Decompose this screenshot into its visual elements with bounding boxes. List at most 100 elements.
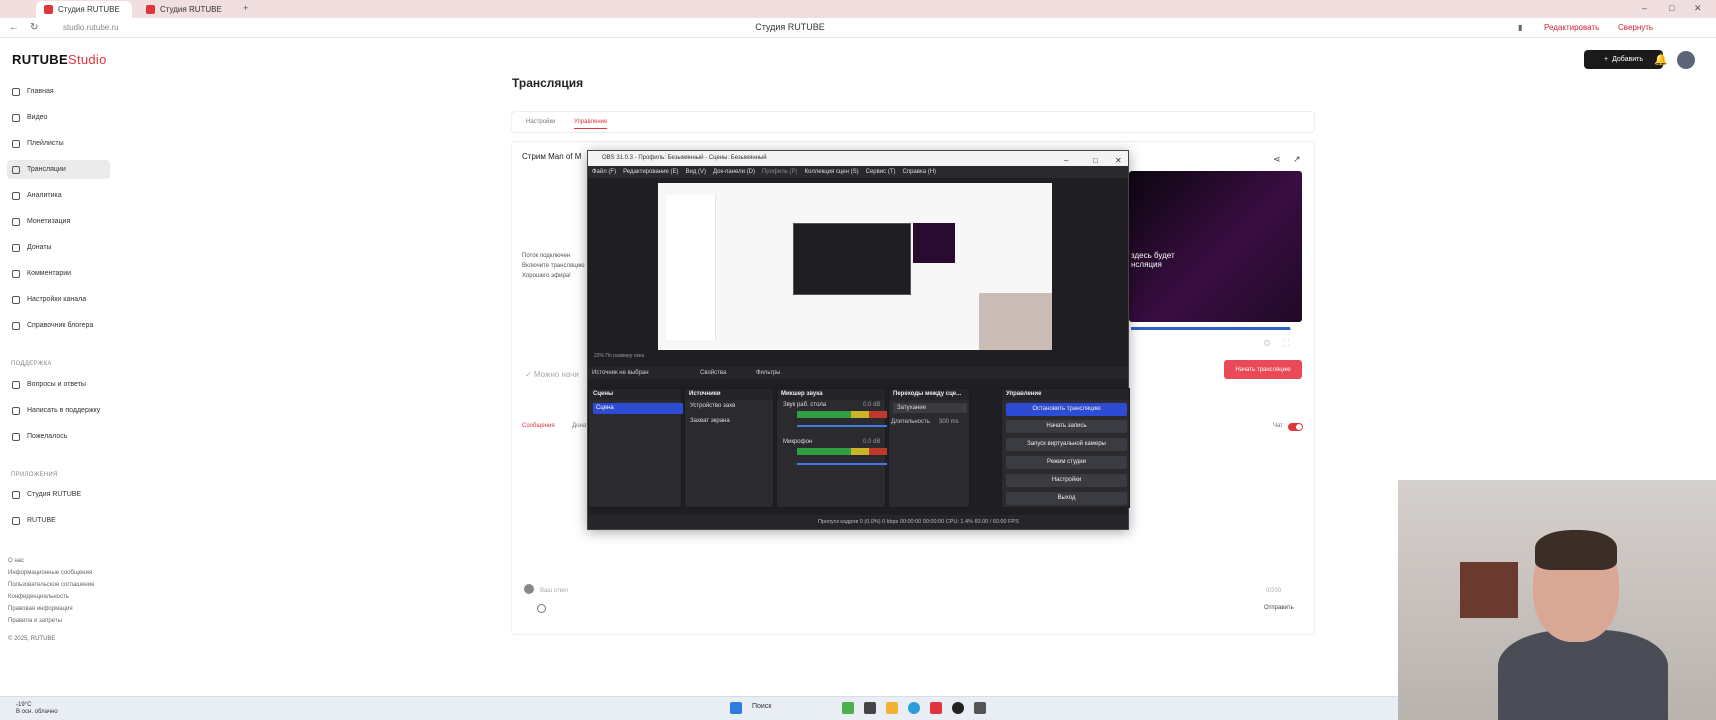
obs-menu-file[interactable]: Файл (F) [592,169,616,175]
fullscreen-icon[interactable]: ⛶ [1283,338,1289,349]
external-link-icon[interactable]: ↗ [1293,154,1301,165]
yandex-icon[interactable] [930,702,942,714]
footer-link[interactable]: О нас [8,558,24,564]
obs-menu-scene-collection[interactable]: Коллекция сцен (S) [805,169,859,175]
source-item[interactable]: Устройство захв [690,403,735,409]
money-icon [12,217,20,226]
support-heading: ПОДДЕРЖКА [11,361,52,367]
mixer-channel-db: 0.0 dB [863,439,881,445]
tab-settings[interactable]: Настройки [526,119,555,125]
stop-streaming-button[interactable]: Остановить трансляцию [1006,403,1127,416]
close-window-button[interactable]: ✕ [1694,3,1702,14]
weather-widget[interactable]: -19°C В осн. облачно [16,702,58,716]
duration-label: Длительность [891,419,930,425]
feedback-icon [12,432,20,441]
virtual-camera-button[interactable]: Запуск виртуальной камеры [1006,438,1127,451]
sidebar-item-analytics[interactable]: Аналитика [7,186,110,205]
browser-icon[interactable] [908,702,920,714]
sidebar-item-rutube-app[interactable]: RUTUBE [7,511,110,530]
obs-menu-docks[interactable]: Док-панели (D) [713,169,755,175]
sidebar-item-playlists[interactable]: Плейлисты [7,134,110,153]
rutube-studio-logo[interactable]: RUTUBEStudio [12,52,107,67]
new-tab-button[interactable]: + [243,3,248,13]
volume-slider[interactable] [797,463,887,465]
avatar [524,584,534,594]
avatar[interactable] [1677,51,1695,69]
obs-scenes-dock: Сцены Сцена [588,388,683,508]
obs-menu-help[interactable]: Справка (H) [903,169,937,175]
obs-settings-button[interactable]: Настройки [1006,474,1127,487]
studio-mode-button[interactable]: Режим студии [1006,456,1127,469]
taskbar-search[interactable]: Поиск [752,703,771,710]
gear-icon[interactable]: ⚙ [1263,338,1271,349]
obs-menu-edit[interactable]: Редактирование (E) [623,169,678,175]
chat-input[interactable]: Ваш ответ [540,588,1240,594]
source-item[interactable]: Захват экрана [690,418,730,424]
sidebar-item-home[interactable]: Главная [7,82,110,101]
sidebar-item-blogger-guide[interactable]: Справочник блогера [7,316,110,335]
preview-progress-handle[interactable] [1290,324,1297,331]
stream-name: Стрим Man of M [522,152,582,161]
chat-toggle[interactable] [1288,423,1303,431]
start-stream-button[interactable]: Начать трансляцию [1224,360,1302,379]
add-button[interactable]: + Добавить [1584,50,1663,69]
browser-tab-studio-2[interactable]: Студия RUTUBE [138,1,234,18]
sidebar-item-channel-settings[interactable]: Настройки канала [7,290,110,309]
send-button[interactable]: Отправить [1264,605,1294,611]
footer-link[interactable]: Информационные сообщения [8,570,92,576]
footer-link[interactable]: Правила и запреты [8,618,62,624]
obs-menu-tools[interactable]: Сервис (T) [866,169,896,175]
obs-controls-dock: Управление Остановить трансляцию Начать … [1001,388,1130,508]
minimize-button[interactable]: – [1642,3,1647,13]
obs-preview-canvas[interactable] [658,183,1052,350]
obs-icon[interactable] [952,702,964,714]
sidebar-item-comments[interactable]: Комментарии [7,264,110,283]
start-icon[interactable] [730,702,742,714]
nested-preview [913,223,955,263]
maximize-button[interactable]: □ [1669,3,1674,13]
properties-button[interactable]: Свойства [700,370,726,376]
sidebar-item-video[interactable]: Видео [7,108,110,127]
page-title: Трансляция [512,76,584,90]
tab-management[interactable]: Управление [574,119,608,129]
tab-messages[interactable]: Сообщения [522,423,555,429]
collapse-button[interactable]: Свернуть [1618,23,1653,32]
obs-menu-view[interactable]: Вид (V) [685,169,706,175]
sidebar-item-studio-app[interactable]: Студия RUTUBE [7,485,110,504]
app-icon[interactable] [974,702,986,714]
url-field[interactable]: studio.rutube.ru [55,21,335,35]
app-icon[interactable] [842,702,854,714]
obs-menu-profile[interactable]: Профиль (P) [762,169,798,175]
share-icon[interactable]: ⋖ [1273,154,1281,165]
transition-select[interactable]: Затухание [893,403,967,413]
edit-button[interactable]: Редактировать [1544,23,1599,32]
app-icon[interactable] [864,702,876,714]
filters-button[interactable]: Фильтры [756,370,780,376]
footer-link[interactable]: Конфиденциальность [8,594,69,600]
folder-icon[interactable] [886,702,898,714]
start-recording-button[interactable]: Начать запись [1006,420,1127,433]
emoji-icon[interactable] [537,604,546,613]
back-icon[interactable]: ← [9,22,19,33]
comment-icon [12,269,20,278]
preview-progress-bar[interactable] [1131,327,1295,330]
sidebar-item-feedback[interactable]: Пожелалось [7,427,110,446]
footer-link[interactable]: Пользовательское соглашение [8,582,94,588]
sidebar-item-monetization[interactable]: Монетизация [7,212,110,231]
bookmark-icon[interactable]: ▮ [1518,23,1522,32]
exit-button[interactable]: Выход [1006,492,1127,505]
app-icon [12,516,20,525]
sidebar-item-faq[interactable]: Вопросы и ответы [7,375,110,394]
home-icon [12,87,20,96]
scene-item[interactable]: Сцена [593,403,683,414]
duration-input[interactable]: 300 ms [939,419,959,425]
sidebar-item-broadcasts[interactable]: Трансляции [7,160,110,179]
footer-link[interactable]: Правовая информация [8,606,73,612]
bell-icon[interactable]: 🔔 [1654,53,1668,66]
volume-slider[interactable] [797,425,887,427]
sidebar-item-donations[interactable]: Донаты [7,238,110,257]
chat-char-counter: 0/200 [1266,588,1282,594]
sidebar-item-support[interactable]: Написать в поддержку [7,401,110,420]
browser-tab-studio[interactable]: Студия RUTUBE [36,1,132,18]
reload-icon[interactable]: ↻ [30,22,38,33]
